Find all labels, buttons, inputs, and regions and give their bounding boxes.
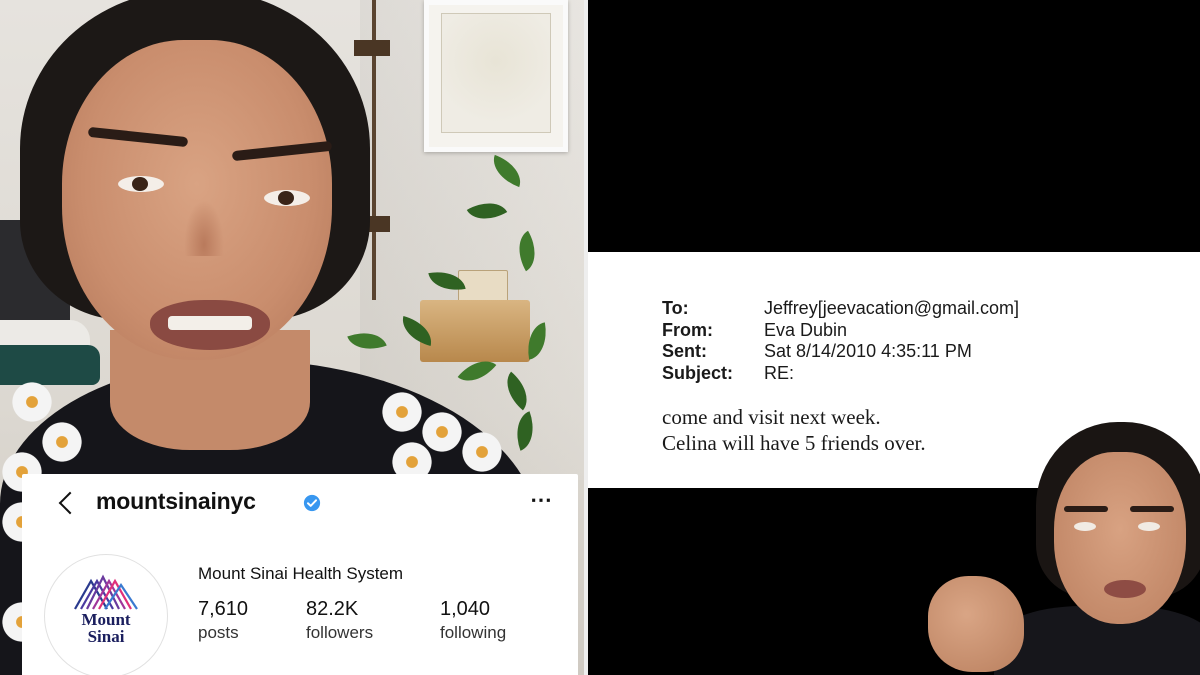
email-body-line: Celina will have 5 friends over. <box>662 431 926 455</box>
stat-label: followers <box>306 623 374 642</box>
green-pillow <box>0 345 100 385</box>
email-sent-row: Sent: Sat 8/14/2010 4:35:11 PM <box>662 341 1019 363</box>
pip-face <box>1054 452 1186 624</box>
email-subject-row: Subject: RE: <box>662 363 1019 385</box>
from-label: From: <box>662 319 713 340</box>
pip-mouth <box>1104 580 1146 598</box>
email-body-line: come and visit next week. <box>662 405 881 429</box>
more-options-icon[interactable]: ⋯ <box>526 488 556 518</box>
logo-line-2: Sinai <box>87 627 125 646</box>
picture-in-picture-speaker <box>924 410 1200 675</box>
stat-posts[interactable]: 7,610 posts <box>198 598 248 643</box>
pip-eye <box>1074 522 1096 531</box>
framed-artwork <box>424 0 568 152</box>
pip-hand <box>928 576 1024 672</box>
dress-flower <box>40 420 84 464</box>
stat-value: 7,610 <box>198 598 249 620</box>
wooden-planter <box>420 300 530 362</box>
stat-label: posts <box>198 623 239 642</box>
instagram-profile-card: mountsinainyc ⋯ Mount Sinai Mount Sinai … <box>22 474 578 675</box>
profile-name: Mount Sinai Health System <box>198 564 404 583</box>
stat-followers[interactable]: 82.2K followers <box>306 598 373 643</box>
to-label: To: <box>662 298 689 318</box>
stat-value: 1,040 <box>440 598 491 620</box>
avatar[interactable]: Mount Sinai <box>44 554 168 675</box>
profile-handle: mountsinainyc <box>96 488 256 514</box>
email-to-row: To: Jeffrey[jeevacation@gmail.com] <box>662 298 1019 320</box>
dress-flower <box>10 380 54 424</box>
eye <box>118 176 164 192</box>
verified-badge-icon <box>303 494 321 512</box>
nose <box>184 200 224 256</box>
sent-label: Sent: <box>662 341 707 361</box>
email-body: come and visit next week. Celina will ha… <box>662 404 926 456</box>
to-value: Jeffrey[jeevacation@gmail.com] <box>764 298 1020 318</box>
wall-shelf <box>354 40 390 56</box>
speaker-video-frame: mountsinainyc ⋯ Mount Sinai Mount Sinai … <box>0 0 588 675</box>
from-value: Eva Dubin <box>764 319 848 340</box>
subject-label: Subject: <box>662 362 734 383</box>
teeth <box>168 316 252 330</box>
pip-eyebrow <box>1064 506 1108 512</box>
eye <box>264 190 310 206</box>
pip-eye <box>1138 522 1160 531</box>
sent-value: Sat 8/14/2010 4:35:11 PM <box>764 341 972 361</box>
back-chevron-icon[interactable] <box>52 488 82 518</box>
stat-value: 82.2K <box>306 598 359 620</box>
email-header: To: Jeffrey[jeevacation@gmail.com] From:… <box>662 298 1019 384</box>
stat-label: following <box>440 623 507 642</box>
dress-flower <box>460 430 504 474</box>
stat-following[interactable]: 1,040 following <box>440 598 506 643</box>
mount-sinai-logo-icon <box>74 574 138 610</box>
logo-wordmark: Mount Sinai <box>45 611 167 645</box>
pip-eyebrow <box>1130 506 1174 512</box>
dress-flower <box>380 390 424 434</box>
subject-value: RE: <box>764 362 795 383</box>
email-from-row: From: Eva Dubin <box>662 320 1019 342</box>
